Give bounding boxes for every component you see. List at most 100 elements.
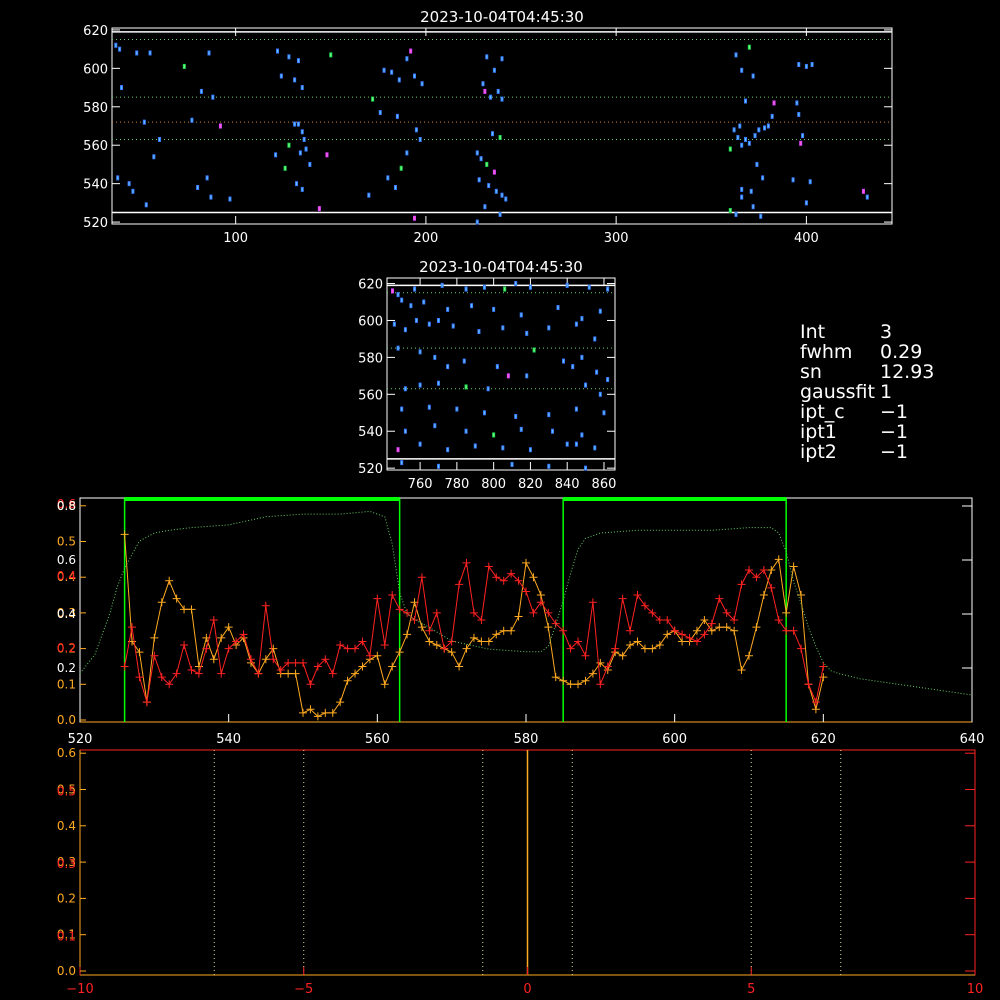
data-point-core-2 (588, 285, 590, 289)
x-tick-label-3: 540 (216, 732, 241, 747)
x-tick-label-3: 600 (662, 732, 687, 747)
data-point-core-1 (484, 205, 486, 209)
data-point-core-1 (805, 64, 807, 68)
y-tick-label-1: 560 (83, 139, 108, 154)
data-point-core-2 (515, 414, 517, 418)
data-point-core-2 (474, 444, 476, 448)
x-tick-label-2: 760 (408, 477, 433, 492)
data-point-core-2 (392, 289, 394, 293)
data-point-core-1 (301, 187, 303, 191)
data-point-core-2 (452, 324, 454, 328)
data-point-core-2 (465, 385, 467, 389)
data-point-core-2 (551, 429, 553, 433)
data-point-core-1 (482, 82, 484, 86)
data-point-core-1 (210, 195, 212, 199)
info-key: ipt1 (800, 421, 837, 443)
y-tick-label-2: 600 (358, 314, 383, 329)
data-point-core-2 (397, 448, 399, 452)
data-point-core-2 (515, 282, 517, 286)
data-point-core-1 (309, 162, 311, 166)
y-tick-label-1: 540 (83, 178, 108, 193)
data-point-core-1 (729, 147, 731, 151)
data-point-core-2 (596, 370, 598, 374)
data-point-core-2 (401, 461, 403, 465)
data-point-core-1 (145, 203, 147, 207)
data-point-core-2 (511, 462, 513, 466)
data-point-core-2 (504, 287, 506, 291)
data-point-core-1 (132, 189, 134, 193)
data-point-core-1 (119, 47, 121, 51)
y-tick-label-2: 580 (358, 351, 383, 366)
data-point-core-1 (149, 51, 151, 55)
data-point-core-1 (275, 153, 277, 157)
data-point-core-1 (121, 86, 123, 90)
data-point-core-1 (495, 189, 497, 193)
data-point-core-2 (397, 293, 399, 297)
data-point-core-1 (729, 209, 731, 213)
data-point-core-1 (752, 74, 754, 78)
data-point-core-1 (480, 157, 482, 161)
data-point-core-1 (805, 201, 807, 205)
data-point-core-1 (497, 89, 499, 93)
info-value: −1 (880, 401, 909, 423)
data-point-core-2 (483, 285, 485, 289)
panel-frame-2 (386, 277, 616, 471)
data-point-core-2 (566, 283, 568, 287)
data-point-core-2 (414, 287, 416, 291)
x-tick-label-2: 780 (444, 477, 469, 492)
data-point-core-2 (529, 448, 531, 452)
y-tick-label-1: 620 (83, 24, 108, 39)
data-point-core-1 (745, 99, 747, 103)
data-point-core-2 (465, 287, 467, 291)
data-point-core-1 (499, 212, 501, 216)
x-tick-label-2: 840 (555, 477, 580, 492)
y-tick-label-1: 520 (83, 216, 108, 231)
data-point-core-2 (520, 427, 522, 431)
data-point-core-2 (607, 378, 609, 382)
data-point-core-2 (526, 374, 528, 378)
data-point-core-1 (756, 162, 758, 166)
data-point-core-2 (419, 350, 421, 354)
data-point-core-1 (505, 197, 507, 201)
data-point-core-1 (197, 185, 199, 189)
data-point-core-2 (393, 322, 395, 326)
y-tick-label-2: 520 (358, 462, 383, 477)
data-point-core-1 (117, 176, 119, 180)
data-point-core-1 (490, 95, 492, 99)
data-point-core-1 (394, 185, 396, 189)
y-tick-label-red-3: 0.4 (57, 569, 76, 583)
y-tick-label-red-4: 0.1 (57, 930, 76, 944)
data-point-core-1 (415, 128, 417, 132)
data-point-core-1 (737, 136, 739, 140)
data-point-core-2 (437, 464, 439, 468)
x-tick-label-2: 820 (518, 477, 543, 492)
data-point-core-1 (748, 141, 750, 145)
data-point-core-1 (301, 130, 303, 134)
info-key: Int (800, 321, 826, 343)
info-value: 1 (880, 381, 893, 403)
data-point-core-1 (294, 122, 296, 126)
data-point-core-1 (486, 162, 488, 166)
data-point-core-2 (447, 307, 449, 311)
data-point-core-1 (754, 134, 756, 138)
data-point-core-1 (297, 122, 299, 126)
data-point-core-2 (533, 348, 535, 352)
info-key: fwhm (800, 341, 853, 363)
data-point-core-1 (758, 128, 760, 132)
data-point-core-2 (434, 424, 436, 428)
data-point-core-1 (208, 51, 210, 55)
data-point-core-1 (762, 176, 764, 180)
data-point-core-1 (288, 143, 290, 147)
data-point-core-2 (507, 374, 509, 378)
data-point-core-2 (496, 365, 498, 369)
data-point-core-1 (773, 101, 775, 105)
data-point-core-1 (410, 49, 412, 53)
data-point-core-2 (471, 304, 473, 308)
data-point-core-1 (741, 195, 743, 199)
y-tick-label-red-4: 0.5 (57, 785, 76, 799)
data-point-core-2 (419, 383, 421, 387)
data-point-core-1 (288, 55, 290, 59)
data-point-core-1 (294, 78, 296, 82)
data-point-core-1 (750, 189, 752, 193)
y-tick-label-orange-4: 0.6 (57, 746, 76, 760)
